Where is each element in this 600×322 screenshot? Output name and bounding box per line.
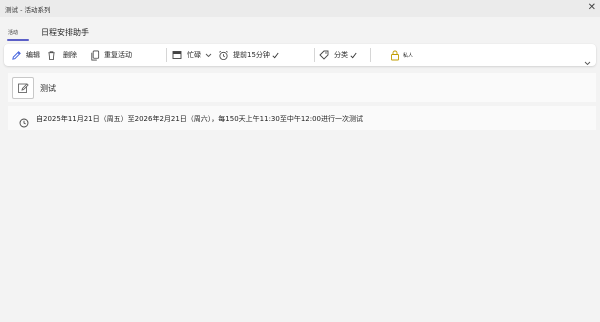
copy-icon bbox=[90, 50, 100, 61]
tab-event[interactable]: 活动 bbox=[8, 29, 18, 36]
event-title: 测试 bbox=[40, 84, 56, 93]
tag-icon bbox=[319, 50, 329, 60]
recurrence-text: 自2025年11月21日（周五）至2026年2月21日（周六），每150天上午1… bbox=[36, 115, 364, 123]
repeat-label: 重复活动 bbox=[104, 51, 132, 59]
pencil-icon bbox=[11, 50, 22, 61]
window-title: 测试 - 活动系列 bbox=[5, 5, 51, 14]
ribbon-divider bbox=[370, 48, 371, 62]
repeat-button[interactable]: 重复活动 bbox=[90, 49, 132, 61]
active-tab-indicator bbox=[7, 39, 29, 41]
close-icon[interactable]: ✕ bbox=[588, 2, 596, 14]
title-bar: 测试 - 活动系列 ✕ bbox=[0, 0, 600, 17]
check-icon bbox=[272, 52, 279, 59]
private-label: 私人 bbox=[403, 52, 414, 59]
private-toggle[interactable]: 私人 bbox=[390, 49, 413, 61]
tab-bar: 活动 日程安排助手 bbox=[0, 17, 600, 43]
category-dropdown[interactable]: 分类 bbox=[319, 49, 357, 61]
ribbon-divider bbox=[166, 48, 167, 62]
reminder-dropdown[interactable]: 提前15分钟 bbox=[218, 49, 279, 61]
tab-scheduling-assistant[interactable]: 日程安排助手 bbox=[41, 27, 89, 38]
delete-label: 删除 bbox=[63, 51, 77, 59]
chevron-down-icon bbox=[205, 53, 212, 58]
status-label: 忙碌 bbox=[187, 51, 201, 59]
ribbon-collapse-icon[interactable] bbox=[584, 51, 591, 70]
status-dropdown[interactable]: 忙碌 bbox=[172, 49, 212, 61]
busy-icon bbox=[172, 50, 182, 60]
check-icon bbox=[350, 52, 357, 59]
lock-icon bbox=[390, 50, 400, 61]
recurrence-card: 自2025年11月21日（周五）至2026年2月21日（周六），每150天上午1… bbox=[8, 106, 596, 130]
edit-title-icon[interactable] bbox=[12, 77, 34, 99]
delete-button[interactable]: 删除 bbox=[46, 49, 77, 61]
ribbon-toolbar: 编辑 删除 重复活动 忙碌 提前15分钟 分类 私人 bbox=[4, 44, 596, 66]
clock-icon bbox=[19, 113, 29, 132]
trash-icon bbox=[46, 50, 57, 61]
edit-button[interactable]: 编辑 bbox=[11, 49, 40, 61]
event-title-card: 测试 bbox=[8, 73, 596, 102]
ribbon-divider bbox=[314, 48, 315, 62]
category-label: 分类 bbox=[334, 51, 348, 59]
reminder-label: 提前15分钟 bbox=[233, 51, 270, 59]
alarm-icon bbox=[218, 50, 229, 61]
edit-label: 编辑 bbox=[26, 51, 40, 59]
